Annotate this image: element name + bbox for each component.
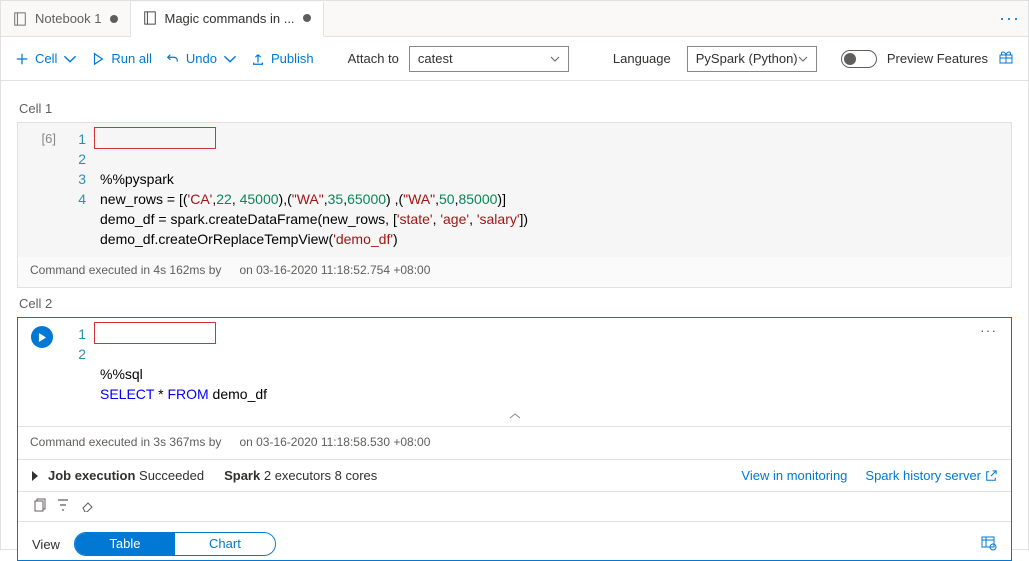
tabs-overflow-icon[interactable]: ··· [999,8,1020,29]
filter-icon[interactable] [56,498,70,515]
view-table-tab[interactable]: Table [75,533,175,555]
line-gutter: 1234 [66,129,100,249]
cell-1-status: Command executed in 4s 162ms byon 03-16-… [18,257,1011,287]
language-select[interactable]: PySpark (Python) [687,46,817,72]
tab-notebook-1[interactable]: Notebook 1 [1,1,131,36]
attach-to-select[interactable]: catest [409,46,569,72]
attach-to-group: Attach to catest [348,46,569,72]
view-row: View Table Chart [18,521,1011,560]
cell-2-status: Command executed in 3s 367ms byon 03-16-… [18,426,1011,459]
eraser-icon[interactable] [80,498,94,515]
line-gutter: 12 [66,324,100,404]
notebook-icon [143,11,157,25]
language-group: Language PySpark (Python) [613,46,817,72]
preview-toggle[interactable] [841,50,877,68]
cell-2[interactable]: 12 %%sql SELECT * FROM demo_df ··· Comma… [17,317,1012,561]
cell-2-code[interactable]: 12 %%sql SELECT * FROM demo_df ··· [18,318,1011,412]
play-icon [91,52,105,66]
highlight-box [94,322,216,344]
job-status: Succeeded [135,468,204,483]
preview-label: Preview Features [887,51,988,66]
code-lines[interactable]: %%sql SELECT * FROM demo_df [100,324,1011,404]
tab-label: Notebook 1 [35,11,102,26]
select-value: PySpark (Python) [696,51,798,66]
spark-detail: 2 executors 8 cores [260,468,377,483]
cell-actions-menu[interactable]: ··· [980,322,997,338]
view-in-monitoring-link[interactable]: View in monitoring [741,468,847,483]
view-label: View [32,537,60,552]
spark-history-link[interactable]: Spark history server [865,468,997,483]
undo-button[interactable]: Undo [166,51,237,66]
plus-icon [15,52,29,66]
language-label: Language [613,51,671,66]
gift-icon [998,49,1014,68]
tab-magic-commands[interactable]: Magic commands in ... [131,2,324,37]
select-value: catest [418,51,453,66]
run-cell-button[interactable] [31,326,53,348]
run-cell-col [18,324,66,404]
copy-icon[interactable] [32,498,46,515]
publish-button[interactable]: Publish [251,51,314,66]
view-chart-tab[interactable]: Chart [175,533,275,555]
cell-1-label: Cell 1 [19,101,1012,116]
cell-1[interactable]: [6] 1234 %%pyspark new_rows = [('CA',22,… [17,122,1012,288]
table-settings-icon[interactable] [981,535,997,554]
unsaved-dot-icon [303,14,311,22]
button-label: Undo [186,51,217,66]
cell-2-label: Cell 2 [19,296,1012,311]
external-link-icon [985,470,997,482]
run-all-button[interactable]: Run all [91,51,151,66]
upload-icon [251,52,265,66]
job-links: View in monitoring Spark history server [741,468,997,483]
attach-to-label: Attach to [348,51,399,66]
notebook-icon [13,12,27,26]
cell-1-code[interactable]: [6] 1234 %%pyspark new_rows = [('CA',22,… [18,123,1011,257]
tab-label: Magic commands in ... [165,11,295,26]
undo-icon [166,52,180,66]
chevron-down-icon [798,56,808,62]
chevron-down-icon [550,56,560,62]
preview-features-group: Preview Features [841,49,1014,68]
button-label: Publish [271,51,314,66]
toolbar: Cell Run all Undo Publish Attach to cate… [1,37,1028,81]
button-label: Run all [111,51,151,66]
unsaved-dot-icon [110,15,118,23]
add-cell-button[interactable]: Cell [15,51,77,66]
button-label: Cell [35,51,57,66]
execution-count: [6] [18,129,66,249]
chevron-up-icon [509,413,521,419]
chevron-down-icon [223,52,237,66]
highlight-box [94,127,216,149]
cells-container: Cell 1 [6] 1234 %%pyspark new_rows = [('… [1,81,1028,561]
spark-label: Spark [224,468,260,483]
job-execution-label: Job execution [48,468,135,483]
collapse-handle[interactable] [18,412,1011,426]
chevron-down-icon [63,52,77,66]
editor-tabs: Notebook 1 Magic commands in ... ··· [1,1,1028,37]
code-lines[interactable]: %%pyspark new_rows = [('CA',22, 45000),(… [100,129,1011,249]
job-execution-row: Job execution Succeeded Spark 2 executor… [18,459,1011,491]
play-icon [38,332,47,343]
view-segmented-control: Table Chart [74,532,276,556]
expand-triangle-icon[interactable] [32,471,38,481]
output-toolbar [18,491,1011,521]
